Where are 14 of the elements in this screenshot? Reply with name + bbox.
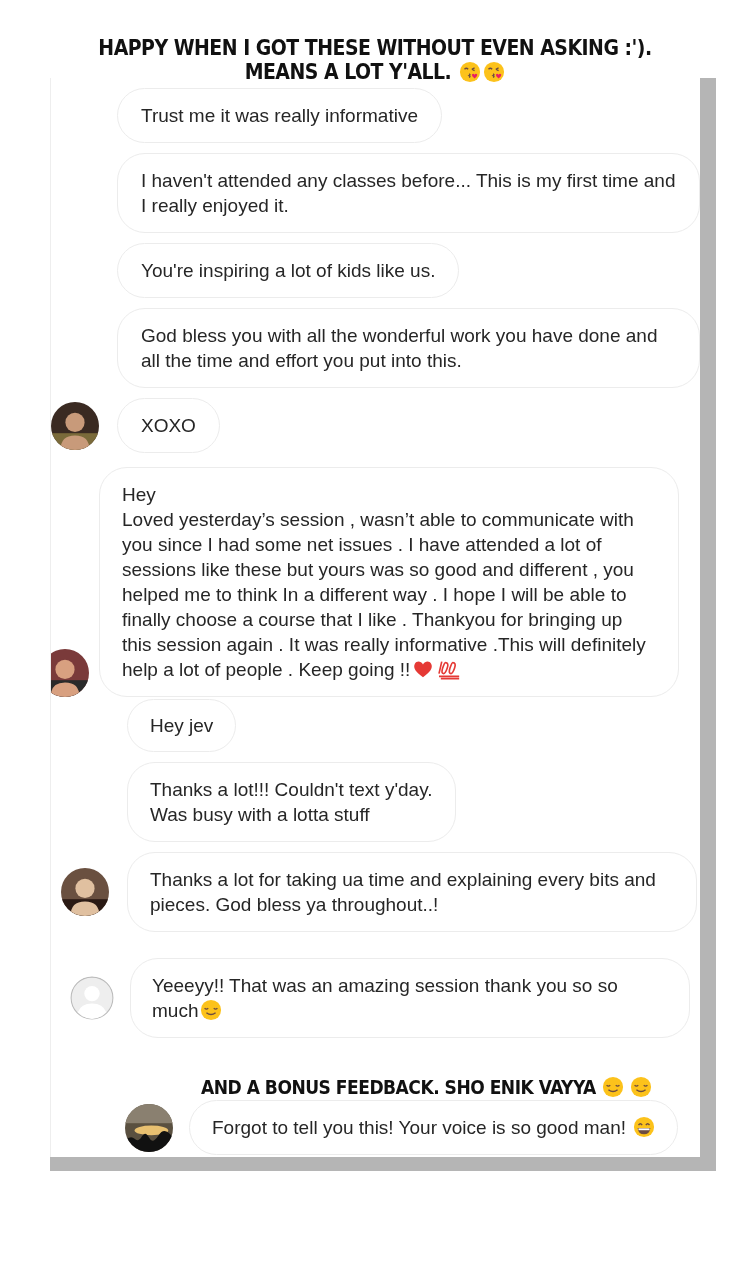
- caption-heading: AND A BONUS FEEDBACK. SHO ENIK VAYYA: [201, 1076, 596, 1098]
- user-avatar-icon: [70, 976, 114, 1020]
- message-bubble: Hey Loved yesterday’s session , wasn’t able to communicate with you since I had some net issues . I have attended a lot of sessions like these but yours was so good and different , you helped me to think In a different way . I hope I will be able to finally choose a course that I like . Thankyou for bringing up this session again . It was really informative .This will definitely help a lot of people . Keep going !!: [99, 467, 679, 697]
- smiling-face-icon: [200, 999, 223, 1021]
- grinning-face-icon: [633, 1116, 656, 1138]
- message-bubble: I haven't attended any classes before... This is my first time and I really enjoyed it.: [117, 153, 700, 233]
- kissing-face-icon: [483, 61, 506, 83]
- message-bubble: Thanks a lot!!! Couldn't text y'day. Was busy with a lotta stuff: [127, 762, 456, 842]
- kissing-face-icon: [459, 61, 482, 83]
- message-bubble: Yeeeyy!! That was an amazing session thank you so so much: [130, 958, 690, 1038]
- smiling-face-icon: [629, 1076, 652, 1098]
- message-bubble: God bless you with all the wonderful work you have done and all the time and effort you put into this.: [117, 308, 700, 388]
- smiling-face-icon: [601, 1076, 624, 1098]
- message-bubble: Thanks a lot for taking ua time and explaining every bits and pieces. God bless ya throughout..!: [127, 852, 697, 932]
